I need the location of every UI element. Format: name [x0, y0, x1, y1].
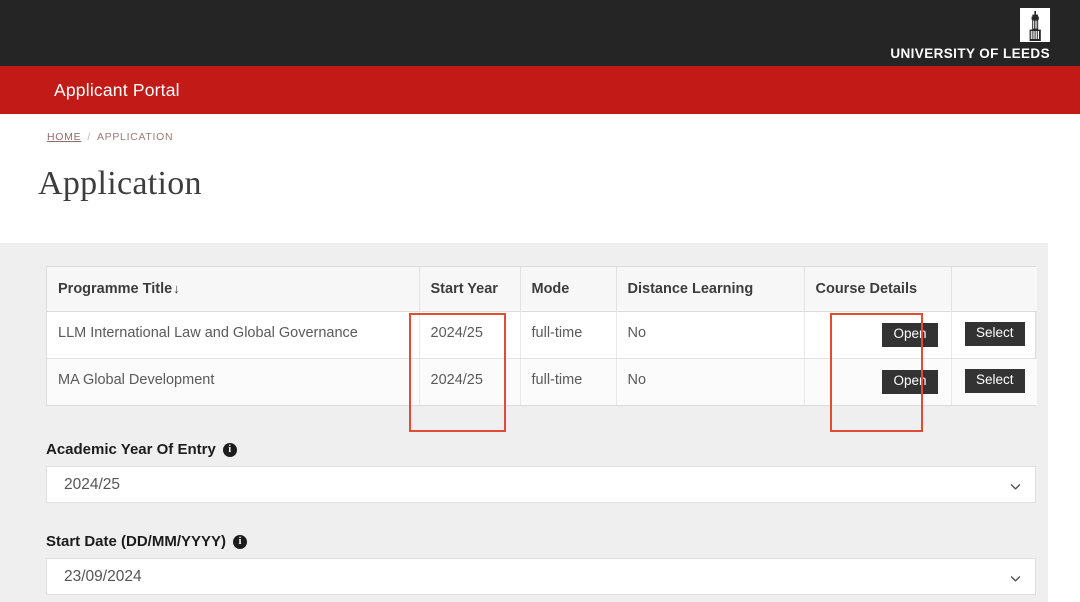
start-date-field-group: Start Date (DD/MM/YYYY) i 23/09/2024 — [46, 533, 1036, 595]
sort-descending-icon[interactable]: ↓ — [173, 281, 180, 296]
top-header-bar: UNIVERSITY OF LEEDS — [0, 0, 1080, 66]
start-date-value: 23/09/2024 — [64, 567, 142, 585]
cell-distance-learning: No — [616, 358, 805, 405]
breadcrumb: HOME / APPLICATION — [0, 114, 1080, 143]
cell-programme-title: LLM International Law and Global Governa… — [47, 311, 420, 359]
breadcrumb-separator: / — [87, 131, 91, 143]
page-title: Application — [38, 165, 202, 202]
select-course-button[interactable]: Select — [964, 368, 1025, 393]
cell-mode: full-time — [520, 311, 617, 359]
column-header-distance-learning[interactable]: Distance Learning — [616, 267, 805, 312]
portal-title: Applicant Portal — [54, 79, 180, 100]
start-date-label: Start Date (DD/MM/YYYY) — [46, 533, 227, 550]
portal-header-bar: Applicant Portal — [0, 66, 1080, 114]
course-table-container: Programme Title↓ Start Year Mode Distanc… — [46, 266, 1037, 406]
cell-course-details: Open — [804, 358, 952, 405]
open-course-details-button[interactable]: Open — [882, 369, 938, 394]
cell-course-details: Open — [804, 311, 952, 359]
university-name: UNIVERSITY OF LEEDS — [890, 46, 1050, 61]
cell-start-year: 2024/25 — [419, 311, 521, 359]
cell-programme-title: MA Global Development — [47, 358, 420, 405]
cell-start-year: 2024/25 — [419, 358, 521, 405]
chevron-down-icon[interactable] — [1010, 571, 1021, 582]
table-row: LLM International Law and Global Governa… — [47, 311, 1037, 359]
breadcrumb-home-link[interactable]: HOME — [47, 131, 81, 143]
start-date-label-row: Start Date (DD/MM/YYYY) i — [46, 533, 1036, 550]
course-table: Programme Title↓ Start Year Mode Distanc… — [47, 267, 1037, 405]
cell-select: Select — [951, 358, 1037, 405]
breadcrumb-current: APPLICATION — [96, 131, 174, 143]
chevron-down-icon[interactable] — [1010, 479, 1021, 490]
select-course-button[interactable]: Select — [964, 322, 1025, 346]
academic-year-label: Academic Year Of Entry — [46, 441, 216, 458]
table-header-row: Programme Title↓ Start Year Mode Distanc… — [47, 267, 1037, 312]
parkinson-tower-icon — [1020, 8, 1050, 42]
university-branding: UNIVERSITY OF LEEDS — [890, 8, 1050, 61]
cell-distance-learning: No — [616, 311, 805, 359]
column-header-programme-title[interactable]: Programme Title↓ — [47, 267, 420, 312]
cell-mode: full-time — [520, 358, 617, 405]
info-icon[interactable]: i — [233, 534, 248, 549]
column-header-start-year[interactable]: Start Year — [419, 267, 521, 312]
column-header-select — [951, 267, 1037, 312]
academic-year-label-row: Academic Year Of Entry i — [46, 441, 1036, 458]
academic-year-value: 2024/25 — [64, 475, 121, 493]
content-panel: Programme Title↓ Start Year Mode Distanc… — [0, 243, 1048, 602]
table-row: MA Global Development 2024/25 full-time … — [47, 358, 1037, 405]
column-header-course-details[interactable]: Course Details — [804, 267, 952, 312]
academic-year-select[interactable]: 2024/25 — [46, 466, 1036, 503]
info-icon[interactable]: i — [222, 442, 237, 457]
cell-select: Select — [951, 311, 1037, 359]
open-course-details-button[interactable]: Open — [882, 323, 938, 347]
column-header-mode[interactable]: Mode — [520, 267, 617, 312]
column-header-programme-title-label: Programme Title — [58, 281, 173, 297]
academic-year-field-group: Academic Year Of Entry i 2024/25 — [46, 441, 1036, 503]
start-date-select[interactable]: 23/09/2024 — [46, 558, 1036, 595]
